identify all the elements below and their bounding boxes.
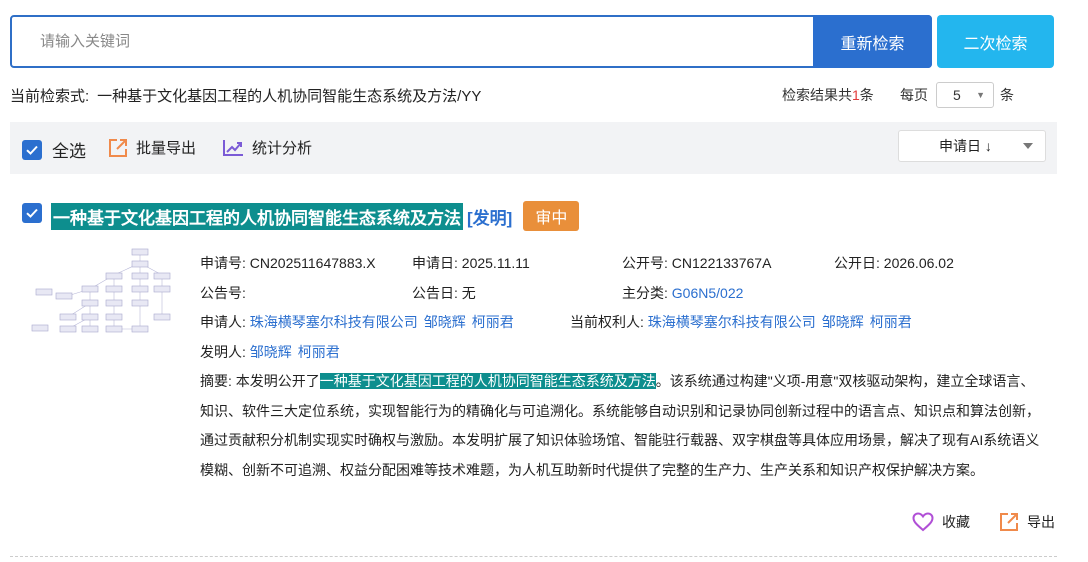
sort-value: 申请日 ↓	[939, 138, 992, 154]
publication-number: 公开号: CN122133767A	[622, 253, 771, 273]
inventor-link[interactable]: 邹晓辉	[250, 344, 292, 360]
abstract-label: 摘要:	[200, 373, 232, 389]
results-toolbar: 全选 批量导出 统计分析 申请日 ↓	[10, 122, 1057, 174]
query-value: 一种基于文化基因工程的人机协同智能生态系统及方法/YY	[97, 88, 482, 105]
main-classification-link[interactable]: G06N5/022	[672, 285, 744, 301]
select-all[interactable]: 全选	[22, 137, 86, 162]
search-input[interactable]	[14, 19, 814, 64]
notice-number-label: 公告号:	[200, 285, 246, 301]
inventor-label: 发明人:	[200, 344, 246, 360]
result-count-number: 1	[852, 87, 860, 103]
main-classification-label: 主分类:	[622, 285, 668, 301]
inventors: 发明人: 邹晓辉 柯丽君	[200, 342, 346, 362]
export-label: 导出	[1027, 514, 1055, 530]
notice-date-label: 公告日:	[412, 285, 458, 301]
item-checkbox[interactable]	[22, 203, 42, 223]
batch-export-button[interactable]: 批量导出	[108, 137, 196, 158]
abstract-text: 本发明公开了	[235, 373, 320, 389]
current-owners: 当前权利人: 珠海横琴塞尔科技有限公司 邹晓辉 柯丽君	[570, 312, 918, 332]
result-count-suffix: 条	[859, 87, 874, 103]
caret-down-icon	[1023, 143, 1033, 149]
application-number: 申请号: CN202511647883.X	[200, 253, 376, 273]
caret-down-icon: ▼	[976, 90, 985, 100]
abstract-highlight: 一种基于文化基因工程的人机协同智能生态系统及方法	[319, 373, 656, 389]
patent-type: [发明]	[467, 208, 513, 228]
notice-number: 公告号:	[200, 283, 246, 303]
patent-title-row: 一种基于文化基因工程的人机协同智能生态系统及方法 [发明] 审中	[51, 201, 580, 231]
export-icon	[1000, 513, 1018, 531]
application-number-label: 申请号:	[200, 255, 246, 271]
application-date-value: 2025.11.11	[461, 255, 530, 271]
applicant-label: 申请人:	[200, 314, 246, 330]
notice-date: 公告日: 无	[412, 283, 476, 303]
export-button[interactable]: 导出	[999, 512, 1055, 532]
per-page-select[interactable]: 5 ▼	[936, 82, 994, 108]
per-page-value: 5	[953, 87, 961, 103]
search-bar: 重新检索 二次检索	[10, 15, 1054, 68]
application-date: 申请日: 2025.11.11	[412, 253, 530, 273]
secondary-search-button[interactable]: 二次检索	[937, 15, 1054, 68]
status-badge: 审中	[523, 201, 580, 231]
per-page-control: 每页 5 ▼ 条	[900, 82, 1014, 108]
divider	[10, 556, 1057, 557]
applicant-link[interactable]: 柯丽君	[472, 314, 514, 330]
research-button[interactable]: 重新检索	[813, 15, 932, 68]
patent-title[interactable]: 一种基于文化基因工程的人机协同智能生态系统及方法	[51, 202, 463, 230]
owner-link[interactable]: 柯丽君	[870, 314, 912, 330]
notice-date-value: 无	[461, 285, 476, 301]
per-page-unit: 条	[1000, 87, 1014, 103]
favorite-label: 收藏	[942, 514, 970, 530]
statistics-label: 统计分析	[252, 140, 313, 157]
select-all-label: 全选	[52, 142, 86, 161]
patent-thumbnail[interactable]	[28, 245, 176, 341]
owner-link[interactable]: 珠海横琴塞尔科技有限公司	[648, 314, 816, 330]
result-count: 检索结果共 1 条	[782, 85, 874, 105]
main-classification: 主分类: G06N5/022	[622, 283, 749, 303]
current-query: 当前检索式: 一种基于文化基因工程的人机协同智能生态系统及方法/YY	[10, 85, 481, 106]
abstract: 摘要: 本发明公开了一种基于文化基因工程的人机协同智能生态系统及方法。该系统通过…	[200, 367, 1045, 485]
applicant-link[interactable]: 邹晓辉	[424, 314, 466, 330]
statistics-button[interactable]: 统计分析	[222, 137, 312, 158]
checkbox-checked-icon[interactable]	[22, 139, 42, 160]
favorite-button[interactable]: 收藏	[912, 512, 970, 532]
query-label: 当前检索式:	[10, 88, 90, 105]
publication-date-value: 2026.06.02	[883, 255, 954, 271]
chart-icon	[223, 139, 243, 156]
per-page-label: 每页	[900, 87, 928, 103]
applicants: 申请人: 珠海横琴塞尔科技有限公司 邹晓辉 柯丽君	[200, 312, 520, 332]
sort-select[interactable]: 申请日 ↓	[898, 130, 1046, 162]
search-box	[10, 15, 932, 68]
inventor-link[interactable]: 柯丽君	[298, 344, 340, 360]
owner-label: 当前权利人:	[570, 314, 644, 330]
applicant-link[interactable]: 珠海横琴塞尔科技有限公司	[250, 314, 418, 330]
publication-date: 公开日: 2026.06.02	[834, 253, 954, 273]
export-icon	[109, 138, 127, 157]
application-number-value: CN202511647883.X	[249, 255, 376, 271]
publication-number-value: CN122133767A	[671, 255, 772, 271]
heart-icon	[912, 512, 934, 532]
owner-link[interactable]: 邹晓辉	[822, 314, 864, 330]
result-count-prefix: 检索结果共	[782, 87, 852, 103]
application-date-label: 申请日:	[412, 255, 458, 271]
publication-number-label: 公开号:	[622, 255, 668, 271]
batch-export-label: 批量导出	[136, 140, 197, 157]
publication-date-label: 公开日:	[834, 255, 880, 271]
